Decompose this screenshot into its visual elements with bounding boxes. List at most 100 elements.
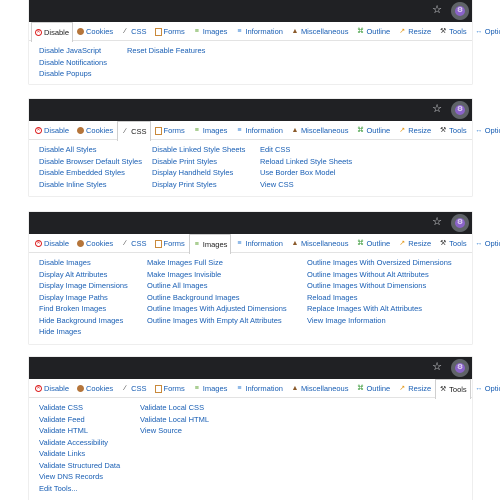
menu-link[interactable]: Outline All Images — [147, 280, 307, 292]
extension-button[interactable]: ⚙ — [451, 101, 469, 119]
tab-miscellaneous[interactable]: ▲ Miscellaneous — [287, 379, 353, 397]
tab-miscellaneous[interactable]: ▲ Miscellaneous — [287, 121, 353, 139]
menu-link[interactable]: Validate Local CSS — [140, 402, 220, 414]
menu-link[interactable]: Reset Disable Features — [127, 45, 205, 57]
tab-disable[interactable]: ✕ Disable — [31, 379, 73, 397]
tab-options[interactable]: ↔Options — [471, 121, 500, 139]
menu-link[interactable]: Edit Tools... — [39, 483, 140, 495]
bookmark-star-icon[interactable]: ☆ — [432, 216, 442, 228]
menu-link[interactable]: Validate Feed — [39, 414, 140, 426]
bookmark-star-icon[interactable]: ☆ — [432, 103, 442, 115]
tab-information[interactable]: ≡ Information — [231, 234, 287, 252]
menu-link[interactable]: Outline Images With Empty Alt Attributes — [147, 315, 307, 327]
menu-link[interactable]: Edit CSS — [260, 144, 370, 156]
menu-link[interactable]: View DNS Records — [39, 471, 140, 483]
menu-link[interactable]: Validate CSS — [39, 402, 140, 414]
menu-link[interactable]: Hide Background Images — [39, 315, 147, 327]
menu-link[interactable]: Outline Images Without Alt Attributes — [307, 269, 467, 281]
tab-css[interactable]: ∕ CSS — [117, 121, 151, 141]
tab-options[interactable]: ↔Options — [471, 234, 500, 252]
tab-information[interactable]: ≡ Information — [231, 22, 287, 40]
tab-cookies[interactable]: Cookies — [73, 22, 117, 40]
menu-link[interactable]: View Source — [140, 425, 220, 437]
menu-link[interactable]: Outline Images Without Dimensions — [307, 280, 467, 292]
menu-link[interactable]: Validate Links — [39, 448, 140, 460]
tab-disable[interactable]: ✕ Disable — [31, 121, 73, 139]
tab-forms[interactable]: Forms — [151, 234, 189, 252]
menu-link[interactable]: Outline Images With Oversized Dimensions — [307, 257, 467, 269]
tab-resize[interactable]: ↗ Resize — [394, 121, 435, 139]
tab-resize[interactable]: ↗ Resize — [394, 22, 435, 40]
tab-forms[interactable]: Forms — [151, 121, 189, 139]
menu-link[interactable]: Replace Images With Alt Attributes — [307, 303, 467, 315]
extension-button[interactable]: ⚙ — [451, 359, 469, 377]
menu-link[interactable]: Disable Browser Default Styles — [39, 156, 152, 168]
menu-link[interactable]: Display Handheld Styles — [152, 167, 260, 179]
tab-tools[interactable]: ⚒ Tools — [435, 234, 471, 252]
extension-button[interactable]: ⚙ — [451, 2, 469, 20]
menu-link[interactable]: Validate Local HTML — [140, 414, 220, 426]
menu-link[interactable]: Disable All Styles — [39, 144, 152, 156]
tab-label: Cookies — [86, 239, 114, 248]
tab-css[interactable]: ∕ CSS — [117, 379, 150, 397]
tab-tools[interactable]: ⚒ Tools — [435, 379, 471, 399]
menu-link[interactable]: View CSS — [260, 179, 370, 191]
tab-images[interactable]: ≡ Images — [189, 121, 232, 139]
tab-resize[interactable]: ↗ Resize — [394, 234, 435, 252]
menu-link[interactable]: Disable JavaScript — [39, 45, 127, 57]
menu-link[interactable]: Validate Accessibility — [39, 437, 140, 449]
tab-miscellaneous[interactable]: ▲ Miscellaneous — [287, 234, 353, 252]
tab-cookies[interactable]: Cookies — [73, 379, 117, 397]
tab-forms[interactable]: Forms — [151, 379, 189, 397]
extension-button[interactable]: ⚙ — [451, 214, 469, 232]
menu-link[interactable]: Disable Inline Styles — [39, 179, 152, 191]
tab-miscellaneous[interactable]: ▲ Miscellaneous — [287, 22, 353, 40]
menu-link[interactable]: Disable Embedded Styles — [39, 167, 152, 179]
menu-link[interactable]: Validate Structured Data — [39, 460, 140, 472]
menu-link[interactable]: Make Images Invisible — [147, 269, 307, 281]
menu-link[interactable]: Disable Images — [39, 257, 147, 269]
bookmark-star-icon[interactable]: ☆ — [432, 361, 442, 373]
tab-outline[interactable]: ⌘ Outline — [352, 379, 394, 397]
tab-disable[interactable]: ✕ Disable — [31, 234, 73, 252]
bookmark-star-icon[interactable]: ☆ — [432, 4, 442, 16]
tab-css[interactable]: ∕ CSS — [117, 234, 150, 252]
menu-link[interactable]: Find Broken Images — [39, 303, 147, 315]
menu-link[interactable]: Display Alt Attributes — [39, 269, 147, 281]
menu-link[interactable]: Disable Print Styles — [152, 156, 260, 168]
menu-link[interactable]: Outline Images With Adjusted Dimensions — [147, 303, 307, 315]
tab-tools[interactable]: ⚒ Tools — [435, 121, 471, 139]
tab-outline[interactable]: ⌘ Outline — [352, 121, 394, 139]
tab-tools[interactable]: ⚒ Tools — [435, 22, 471, 40]
tab-images[interactable]: ≡ Images — [189, 379, 232, 397]
menu-link[interactable]: View Image Information — [307, 315, 467, 327]
menu-link[interactable]: Disable Notifications — [39, 57, 127, 69]
menu-link[interactable]: Display Image Paths — [39, 292, 147, 304]
tab-outline[interactable]: ⌘ Outline — [352, 22, 394, 40]
tab-cookies[interactable]: Cookies — [73, 121, 117, 139]
tab-information[interactable]: ≡ Information — [231, 379, 287, 397]
menu-link[interactable]: Disable Popups — [39, 68, 127, 80]
tab-options[interactable]: ↔Options — [471, 22, 500, 40]
tab-resize[interactable]: ↗ Resize — [394, 379, 435, 397]
menu-link[interactable]: Display Image Dimensions — [39, 280, 147, 292]
tab-cookies[interactable]: Cookies — [73, 234, 117, 252]
menu-link[interactable]: Disable Linked Style Sheets — [152, 144, 260, 156]
tab-images[interactable]: ≡ Images — [189, 22, 232, 40]
tab-disable[interactable]: ✕ Disable — [31, 22, 74, 42]
tab-options[interactable]: ↔Options — [471, 379, 500, 397]
menu-link[interactable]: Outline Background Images — [147, 292, 307, 304]
menu-link[interactable]: Validate HTML — [39, 425, 140, 437]
tab-images[interactable]: ≡ Images — [188, 234, 232, 254]
menu-link[interactable]: Make Images Full Size — [147, 257, 307, 269]
menu-link[interactable]: Reload Images — [307, 292, 467, 304]
menu-link[interactable]: Hide Images — [39, 326, 147, 338]
tab-outline[interactable]: ⌘ Outline — [352, 234, 394, 252]
menu-link[interactable]: Reload Linked Style Sheets — [260, 156, 370, 168]
tab-label: Information — [245, 27, 283, 36]
menu-link[interactable]: Use Border Box Model — [260, 167, 370, 179]
tab-information[interactable]: ≡ Information — [231, 121, 287, 139]
tab-forms[interactable]: Forms — [151, 22, 189, 40]
menu-link[interactable]: Display Print Styles — [152, 179, 260, 191]
tab-css[interactable]: ∕ CSS — [117, 22, 150, 40]
